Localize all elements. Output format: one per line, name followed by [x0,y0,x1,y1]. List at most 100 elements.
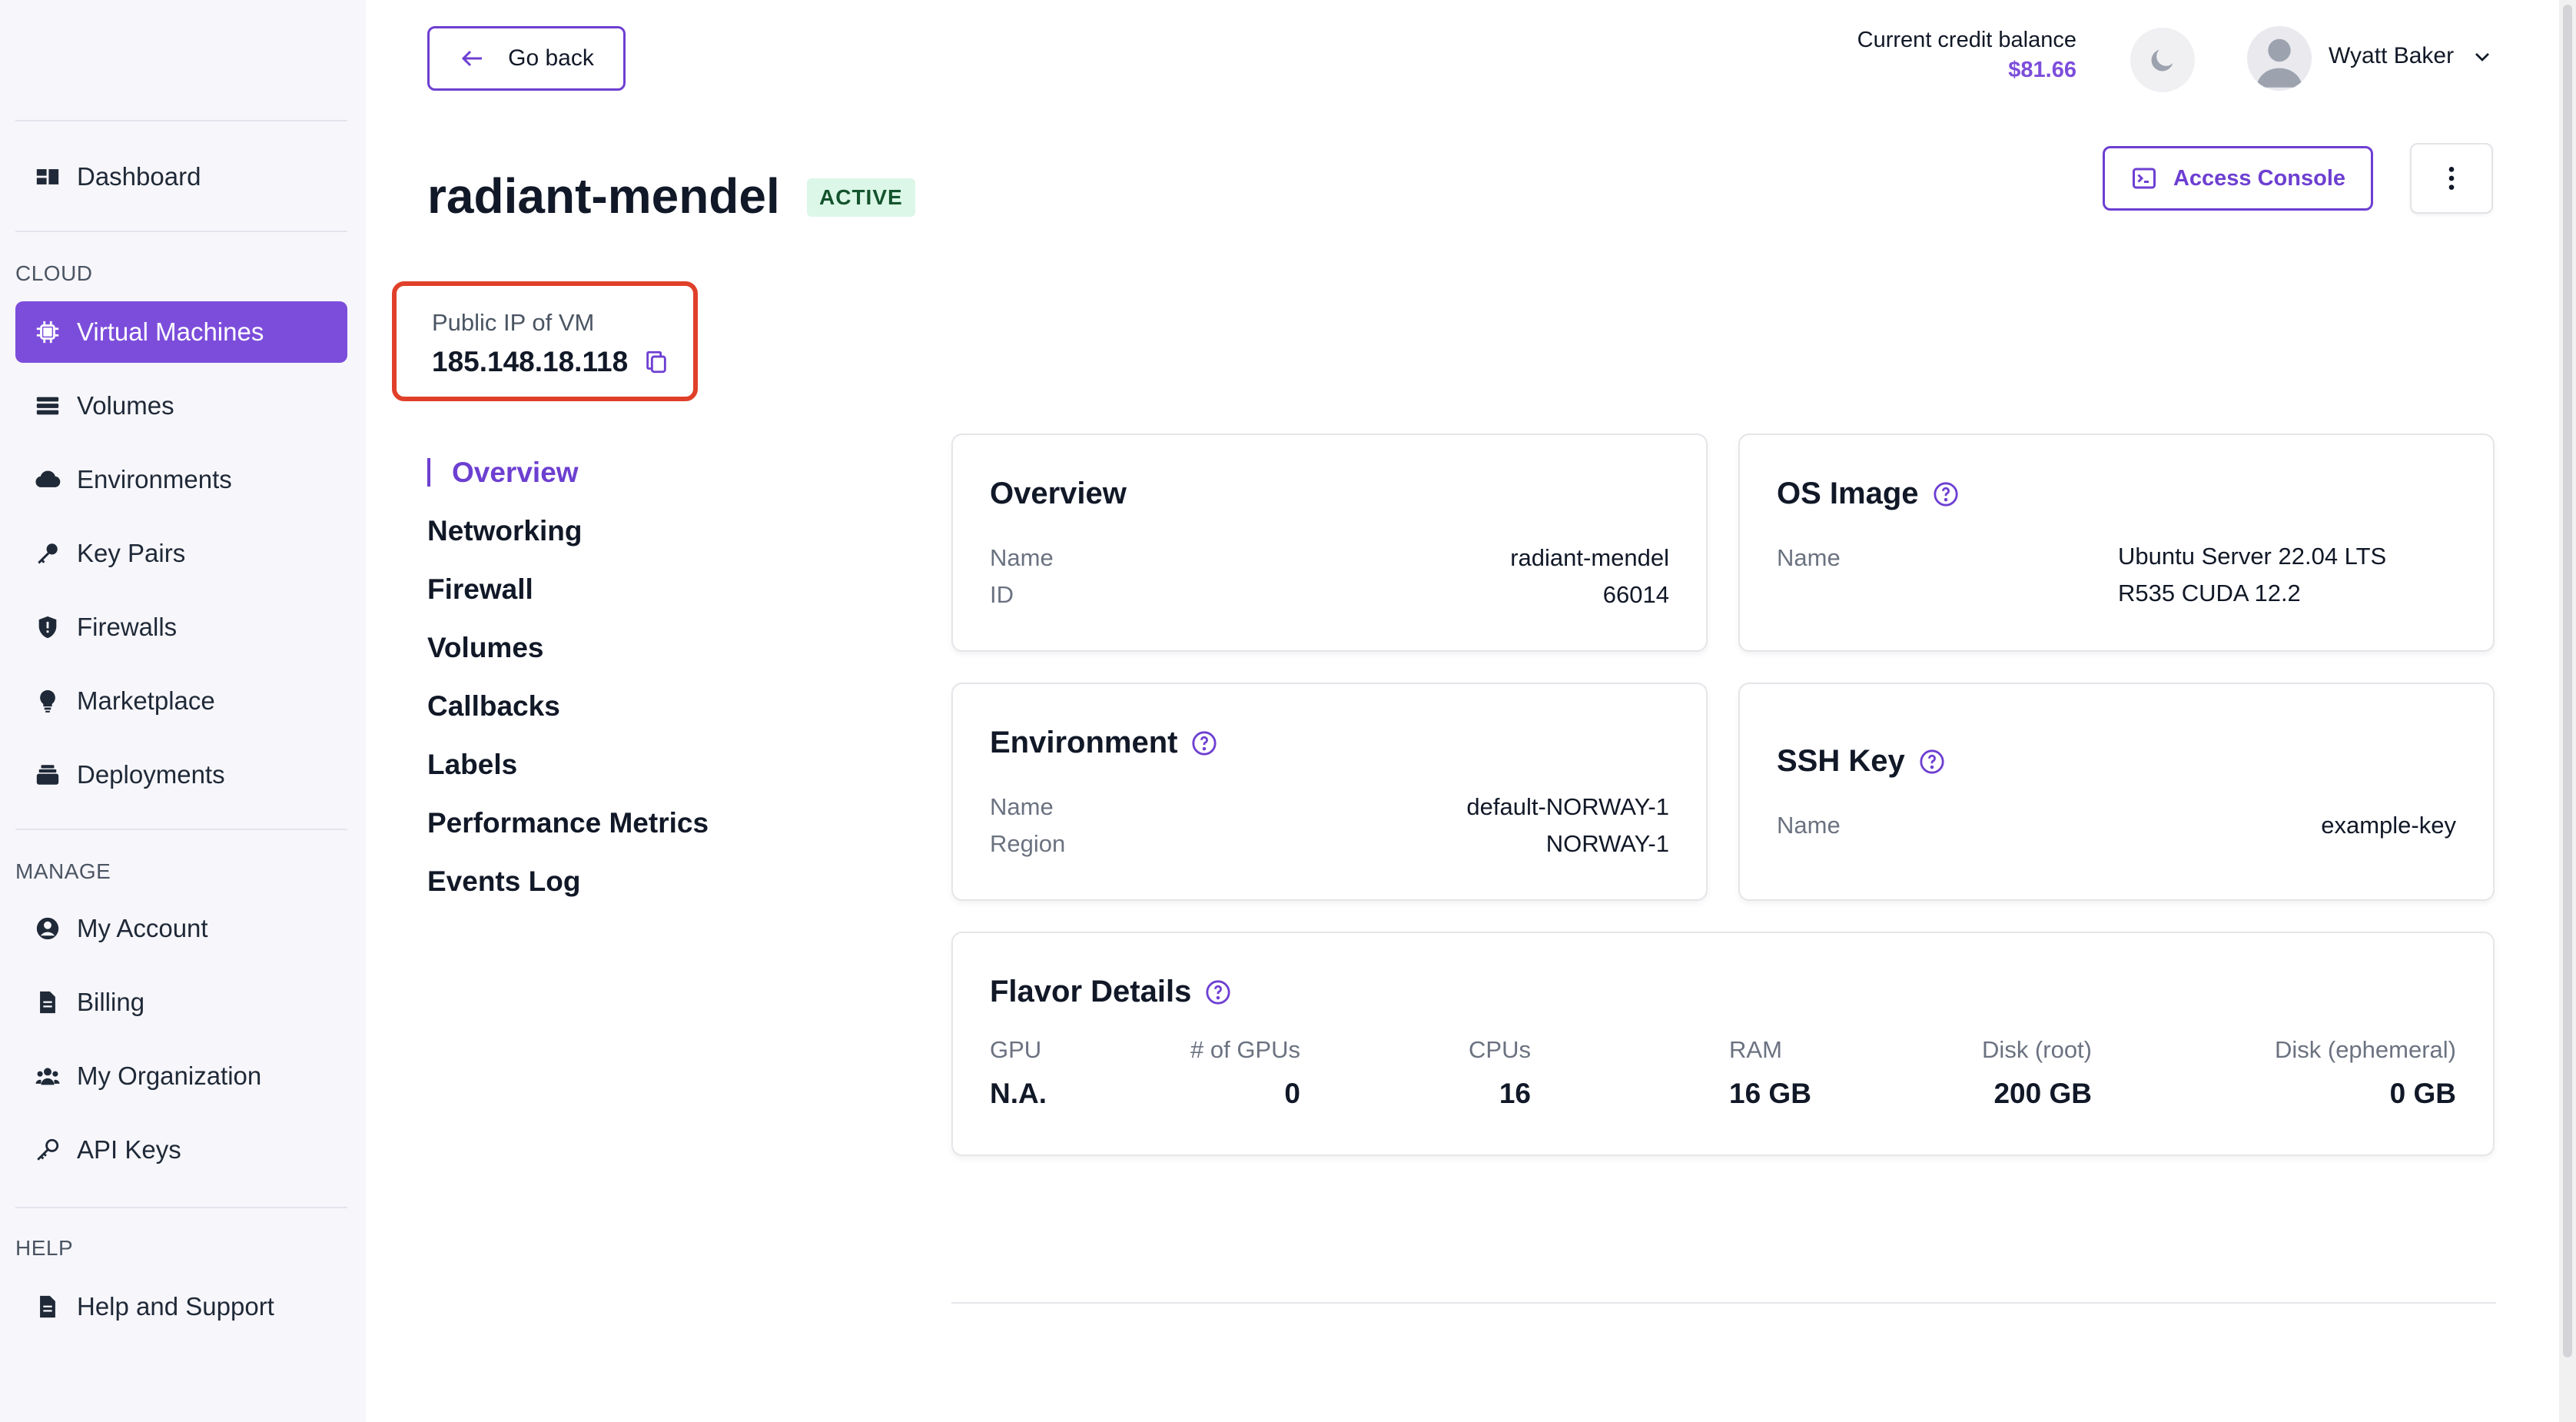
sidebar-section-help: HELP [15,1236,74,1260]
user-circle-icon [34,915,61,942]
overview-card: Overview Name radiant-mendel ID 66014 [951,434,1708,652]
nav-callbacks[interactable]: Callbacks [427,690,560,723]
nav-volumes[interactable]: Volumes [427,632,543,664]
arrow-left-icon [462,50,483,67]
sidebar-item-my-organization[interactable]: My Organization [15,1045,347,1107]
sidebar-item-label: Volumes [77,391,174,420]
environment-card-title: Environment [990,726,1217,760]
nav-firewall[interactable]: Firewall [427,573,533,606]
os-image-title-text: OS Image [1777,477,1919,510]
public-ip-value: 185.148.18.118 [432,346,693,378]
nav-performance-metrics[interactable]: Performance Metrics [427,807,709,839]
sidebar-item-environments[interactable]: Environments [15,449,347,510]
scrollbar-thumb[interactable] [2563,5,2572,1357]
status-badge: ACTIVE [807,178,915,217]
sidebar-item-api-keys[interactable]: API Keys [15,1119,347,1181]
sidebar-item-virtual-machines[interactable]: Virtual Machines [15,301,347,363]
sidebar-item-my-account[interactable]: My Account [15,898,347,959]
nav-networking[interactable]: Networking [427,515,582,547]
nav-labels[interactable]: Labels [427,749,517,781]
ssh-key-title-text: SSH Key [1777,744,1905,778]
credit-balance: Current credit balance $81.66 [1857,28,2076,83]
environment-region-value: NORWAY-1 [1545,830,1669,857]
flavor-gpu-value: N.A. [990,1078,1047,1109]
flavor-disk-ephemeral-key: Disk (ephemeral) [2274,1036,2456,1063]
sidebar-item-label: Help and Support [77,1292,274,1321]
avatar[interactable] [2247,26,2312,91]
more-options-button[interactable] [2410,143,2493,214]
sidebar: Dashboard CLOUD Virtual Machines Volumes… [0,0,366,1422]
flavor-title-text: Flavor Details [990,975,1192,1008]
sidebar-item-label: Firewalls [77,613,178,641]
sidebar-item-key-pairs[interactable]: Key Pairs [15,523,347,584]
sidebar-section-manage: MANAGE [15,859,111,883]
chip-icon [34,318,61,346]
key-outline-icon [34,1136,61,1164]
sidebar-item-label: Environments [77,465,232,493]
sidebar-item-volumes[interactable]: Volumes [15,375,347,437]
sidebar-item-label: Dashboard [77,162,201,191]
flavor-gpu-key: GPU [990,1036,1042,1063]
cloud-icon [34,466,61,493]
sidebar-divider [15,120,347,121]
ssh-key-name-value: example-key [2321,812,2456,839]
flavor-ram-value: 16 GB [1729,1078,1811,1109]
flavor-ram-key: RAM [1729,1036,1782,1063]
ssh-key-name-key: Name [1777,812,1841,839]
user-avatar-icon [2256,38,2302,88]
sidebar-item-label: Key Pairs [77,539,186,567]
moon-icon [2151,49,2173,71]
sidebar-item-help-and-support[interactable]: Help and Support [15,1276,347,1337]
flavor-card-title: Flavor Details [990,975,1231,1009]
nav-events-log[interactable]: Events Log [427,865,580,898]
public-ip-box: Public IP of VM 185.148.18.118 [392,281,698,401]
environment-card: Environment Name default-NORWAY-1 Region… [951,683,1708,901]
sidebar-divider [15,1207,347,1208]
sidebar-item-firewalls[interactable]: Firewalls [15,596,347,658]
flavor-gpu-count-value: 0 [1284,1078,1300,1109]
flavor-details-card: Flavor Details GPU N.A. # of GPUs 0 CPUs… [951,932,2495,1156]
sidebar-item-label: Deployments [77,760,225,789]
help-circle-icon[interactable] [1919,749,1945,775]
access-console-label: Access Console [2173,165,2346,191]
os-image-name-line1: Ubuntu Server 22.04 LTS [2118,543,2387,570]
sidebar-item-billing[interactable]: Billing [15,972,347,1033]
os-image-name-value: Ubuntu Server 22.04 LTS R535 CUDA 12.2 [2118,538,2386,612]
flavor-disk-ephemeral: Disk (ephemeral) 0 GB [2275,1036,2456,1110]
environment-name-key: Name [990,793,1054,820]
flavor-disk-root: Disk (root) 200 GB [1982,1036,2092,1110]
flavor-disk-root-value: 200 GB [1993,1078,2092,1109]
theme-toggle-button[interactable] [2130,28,2195,92]
help-circle-icon[interactable] [1191,730,1217,756]
user-name[interactable]: Wyatt Baker [2329,43,2454,69]
chevron-down-icon[interactable] [2470,45,2495,69]
flavor-cpus: CPUs 16 [1469,1036,1531,1110]
content-divider [951,1302,2496,1304]
sidebar-item-dashboard[interactable]: Dashboard [15,146,347,208]
nav-overview[interactable]: Overview [427,458,579,487]
copy-icon[interactable] [643,349,669,375]
flavor-disk-root-key: Disk (root) [1982,1036,2092,1063]
public-ip-text: 185.148.18.118 [432,346,629,377]
help-circle-icon[interactable] [1933,481,1959,507]
flavor-gpu-count-key: # of GPUs [1190,1036,1300,1063]
help-circle-icon[interactable] [1205,979,1231,1005]
flavor-cpus-value: 16 [1499,1078,1531,1109]
sidebar-item-marketplace[interactable]: Marketplace [15,670,347,732]
sidebar-item-label: Virtual Machines [77,317,264,346]
environment-title-text: Environment [990,726,1178,759]
document-icon [34,988,61,1016]
terminal-icon [2132,168,2156,189]
sidebar-item-label: Marketplace [77,686,215,715]
flavor-gpu-count: # of GPUs 0 [1190,1036,1300,1110]
go-back-button[interactable]: Go back [427,26,626,91]
access-console-button[interactable]: Access Console [2103,146,2373,211]
dashboard-icon [34,163,61,191]
ssh-key-card-title: SSH Key [1777,744,1945,779]
os-image-name-line2: R535 CUDA 12.2 [2118,580,2301,606]
flavor-cpus-key: CPUs [1469,1036,1531,1063]
ssh-key-card: SSH Key Name example-key [1738,683,2495,901]
public-ip-label: Public IP of VM [432,309,595,336]
sidebar-item-deployments[interactable]: Deployments [15,744,347,806]
page-scrollbar[interactable] [2559,0,2576,1422]
